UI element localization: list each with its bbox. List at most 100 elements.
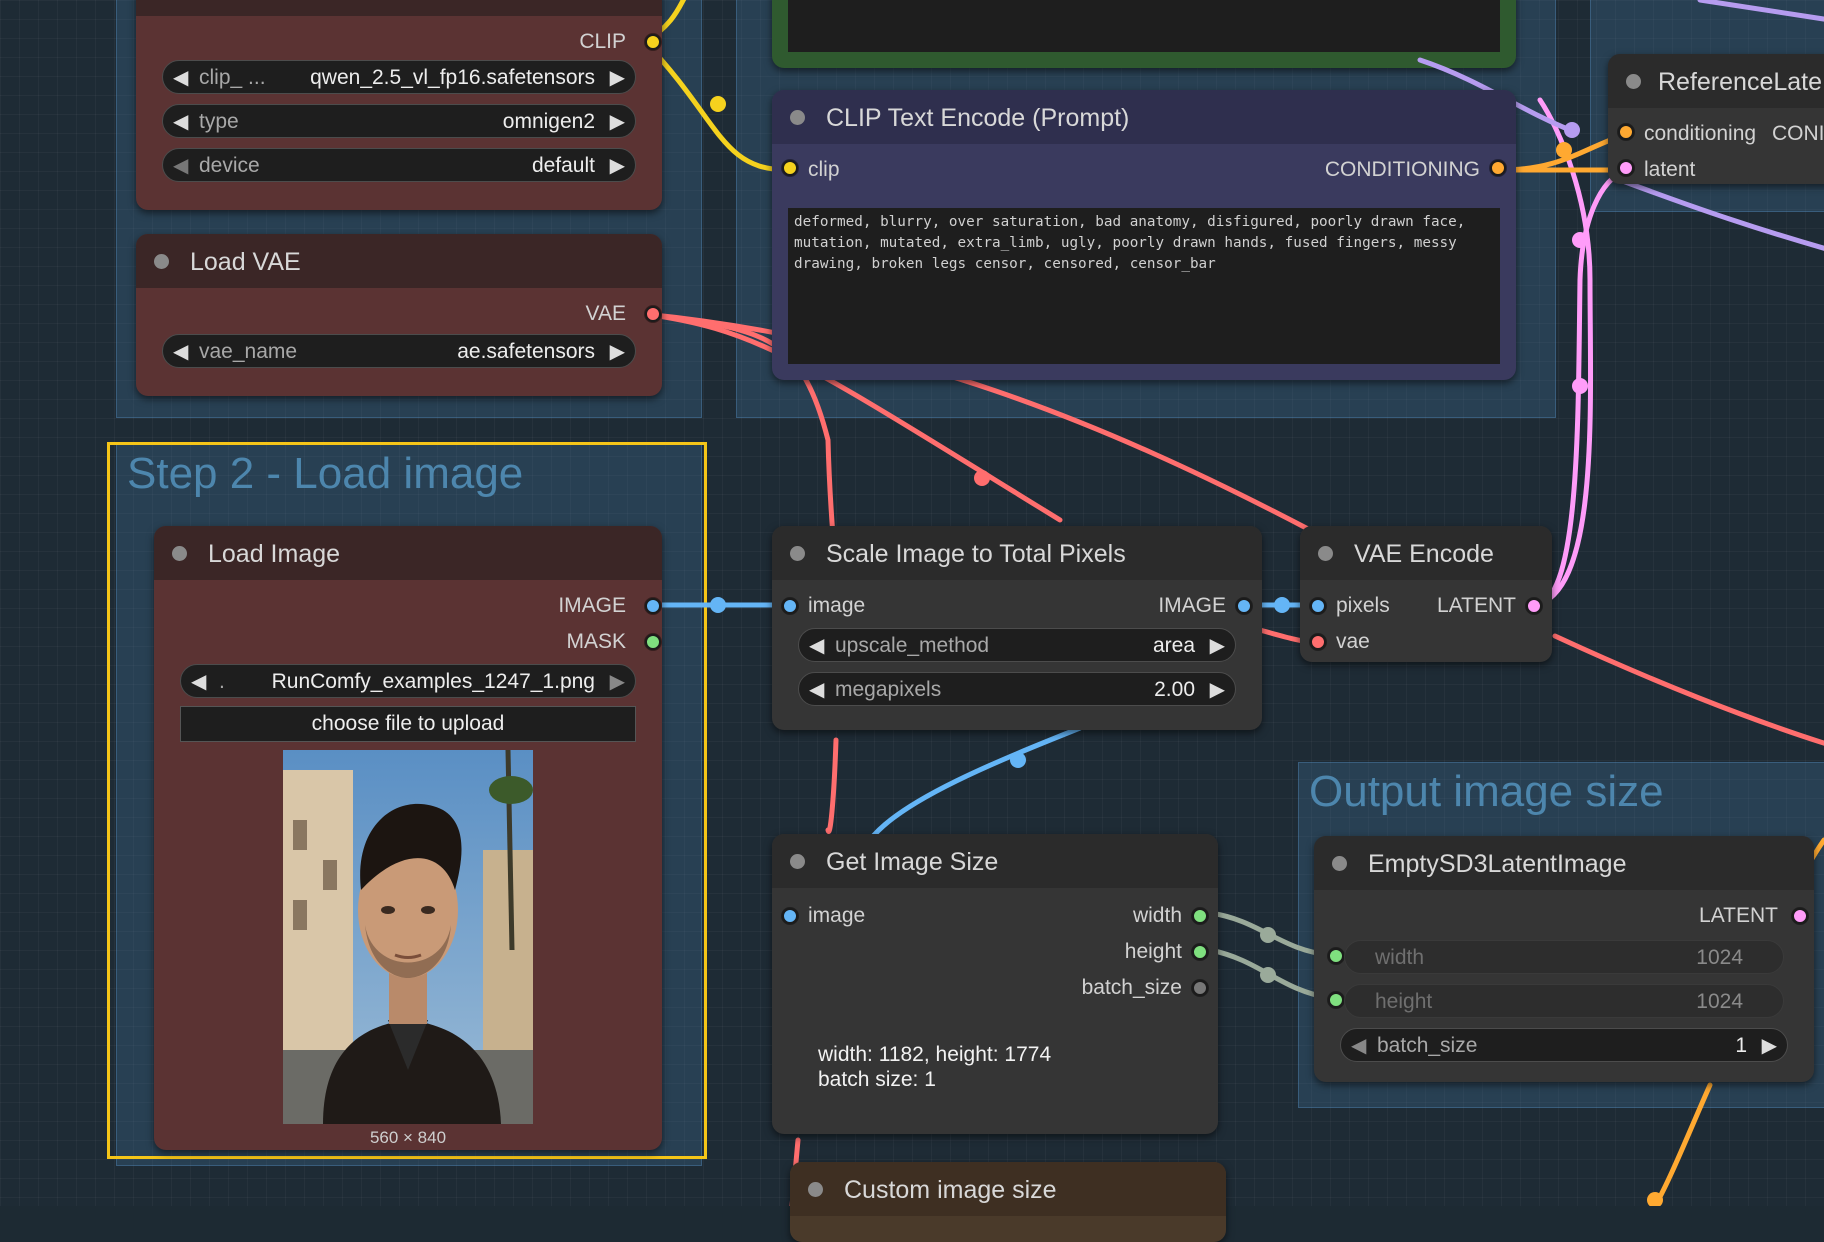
arrow-left-icon[interactable]: ◀ bbox=[191, 669, 206, 694]
node-title: EmptySD3LatentImage bbox=[1368, 850, 1627, 878]
wire-lavender-2 bbox=[1617, 177, 1824, 251]
widget-value: 1024 bbox=[1696, 990, 1743, 1013]
widget-megapixels[interactable]: ◀ megapixels 2.00 ▶ bbox=[798, 672, 1236, 706]
node-header[interactable]: VAE Encode bbox=[1300, 526, 1552, 580]
input-width-dot[interactable] bbox=[1328, 948, 1344, 964]
input-image-label: image bbox=[808, 904, 866, 927]
arrow-left-icon[interactable]: ◀ bbox=[173, 109, 188, 134]
output-conditioning-label: CONI bbox=[1772, 122, 1824, 145]
widget-value: omnigen2 bbox=[502, 110, 595, 133]
input-height-dot[interactable] bbox=[1328, 992, 1344, 1008]
collapse-dot-icon[interactable] bbox=[154, 254, 169, 269]
node-header[interactable]: Load VAE bbox=[136, 234, 662, 288]
arrow-right-icon[interactable]: ▶ bbox=[610, 109, 625, 134]
node-title: Custom image size bbox=[844, 1176, 1057, 1204]
arrow-right-icon[interactable]: ▶ bbox=[1210, 677, 1225, 702]
collapse-dot-icon[interactable] bbox=[808, 1182, 823, 1197]
widget-width[interactable]: width 1024 bbox=[1344, 940, 1784, 974]
node-vae-encode[interactable]: VAE Encode pixels LATENT vae bbox=[1300, 526, 1552, 662]
output-width-label: width bbox=[1132, 904, 1182, 927]
arrow-left-icon[interactable]: ◀ bbox=[173, 65, 188, 90]
node-graph-canvas[interactable]: Step 2 - Load image Output image size CL… bbox=[0, 0, 1824, 1242]
input-clip-dot[interactable] bbox=[782, 160, 798, 176]
arrow-right-icon[interactable]: ▶ bbox=[610, 65, 625, 90]
output-clip-dot[interactable] bbox=[645, 34, 661, 50]
input-image-dot[interactable] bbox=[782, 908, 798, 924]
node-clip-text-encode[interactable]: CLIP Text Encode (Prompt) clip CONDITION… bbox=[772, 90, 1516, 380]
arrow-left-icon[interactable]: ◀ bbox=[173, 339, 188, 364]
output-batch-size-label: batch_size bbox=[1081, 976, 1182, 999]
node-get-image-size[interactable]: Get Image Size image width height batch_… bbox=[772, 834, 1218, 1134]
output-batch-size-dot[interactable] bbox=[1192, 980, 1208, 996]
node-empty-sd3-latent[interactable]: EmptySD3LatentImage LATENT width 1024 he… bbox=[1314, 836, 1814, 1082]
info-line-1: width: 1182, height: 1774 bbox=[818, 1043, 1052, 1066]
input-conditioning-dot[interactable] bbox=[1618, 124, 1634, 140]
node-clip-loader[interactable]: CLIP ◀ clip_ ... qwen_2.5_vl_fp16.safete… bbox=[136, 0, 662, 210]
node-header[interactable]: Get Image Size bbox=[772, 834, 1218, 888]
output-height-dot[interactable] bbox=[1192, 944, 1208, 960]
widget-image-file[interactable]: ◀ . RunComfy_examples_1247_1.png ▶ bbox=[180, 664, 636, 698]
collapse-dot-icon[interactable] bbox=[1332, 856, 1347, 871]
node-header[interactable]: ReferenceLate bbox=[1608, 54, 1824, 108]
output-conditioning-dot[interactable] bbox=[1490, 160, 1506, 176]
input-vae-dot[interactable] bbox=[1310, 634, 1326, 650]
node-title: Load Image bbox=[208, 540, 341, 568]
input-clip-label: clip bbox=[808, 158, 840, 181]
arrow-right-icon[interactable]: ▶ bbox=[610, 669, 625, 694]
node-custom-image-size[interactable]: Custom image size bbox=[790, 1162, 1226, 1242]
node-header[interactable]: Scale Image to Total Pixels bbox=[772, 526, 1262, 580]
output-width-dot[interactable] bbox=[1192, 908, 1208, 924]
prompt-text-input[interactable]: deformed, blurry, over saturation, bad a… bbox=[788, 208, 1500, 364]
collapse-dot-icon[interactable] bbox=[790, 110, 805, 125]
widget-height[interactable]: height 1024 bbox=[1344, 984, 1784, 1018]
wire-orange-bottom bbox=[1652, 1082, 1713, 1206]
output-height-label: height bbox=[1124, 940, 1182, 963]
node-header[interactable]: CLIP Text Encode (Prompt) bbox=[772, 90, 1516, 144]
arrow-right-icon[interactable]: ▶ bbox=[610, 153, 625, 178]
node-load-vae[interactable]: Load VAE VAE ◀ vae_name ae.safetensors ▶ bbox=[136, 234, 662, 396]
node-header[interactable]: Load Image bbox=[154, 526, 662, 580]
arrow-right-icon[interactable]: ▶ bbox=[1210, 633, 1225, 658]
widget-label: megapixels bbox=[835, 678, 942, 701]
node-header[interactable]: EmptySD3LatentImage bbox=[1314, 836, 1814, 890]
collapse-dot-icon[interactable] bbox=[790, 854, 805, 869]
arrow-right-icon[interactable]: ▶ bbox=[610, 339, 625, 364]
input-conditioning-label: conditioning bbox=[1644, 122, 1757, 145]
output-vae-dot[interactable] bbox=[645, 306, 661, 322]
widget-label: clip_ ... bbox=[199, 66, 266, 89]
output-latent-dot[interactable] bbox=[1792, 908, 1808, 924]
widget-value: area bbox=[1152, 634, 1195, 657]
widget-batch-size[interactable]: ◀ batch_size 1 ▶ bbox=[1340, 1028, 1788, 1062]
widget-upscale-method[interactable]: ◀ upscale_method area ▶ bbox=[798, 628, 1236, 662]
collapse-dot-icon[interactable] bbox=[172, 546, 187, 561]
output-image-dot[interactable] bbox=[645, 598, 661, 614]
input-image-label: image bbox=[808, 594, 866, 617]
widget-value: default bbox=[531, 154, 595, 177]
arrow-right-icon[interactable]: ▶ bbox=[1762, 1033, 1777, 1058]
node-title: Load VAE bbox=[190, 248, 301, 276]
node-header[interactable]: Custom image size bbox=[790, 1162, 1226, 1216]
arrow-left-icon[interactable]: ◀ bbox=[173, 153, 188, 178]
widget-type[interactable]: ◀ type omnigen2 ▶ bbox=[162, 104, 636, 138]
collapse-dot-icon[interactable] bbox=[1318, 546, 1333, 561]
widget-value: 2.00 bbox=[1154, 678, 1195, 701]
node-scale-image[interactable]: Scale Image to Total Pixels image IMAGE … bbox=[772, 526, 1262, 730]
widget-clip-name[interactable]: ◀ clip_ ... qwen_2.5_vl_fp16.safetensors… bbox=[162, 60, 636, 94]
choose-file-button[interactable]: choose file to upload bbox=[180, 706, 636, 742]
node-reference-latent[interactable]: ReferenceLate conditioning CONI latent bbox=[1608, 54, 1824, 184]
output-mask-dot[interactable] bbox=[645, 634, 661, 650]
input-pixels-dot[interactable] bbox=[1310, 598, 1326, 614]
arrow-left-icon[interactable]: ◀ bbox=[1351, 1033, 1366, 1058]
output-latent-dot[interactable] bbox=[1526, 598, 1542, 614]
arrow-left-icon[interactable]: ◀ bbox=[809, 633, 824, 658]
widget-vae-name[interactable]: ◀ vae_name ae.safetensors ▶ bbox=[162, 334, 636, 368]
collapse-dot-icon[interactable] bbox=[790, 546, 805, 561]
widget-device[interactable]: ◀ device default ▶ bbox=[162, 148, 636, 182]
node-load-image[interactable]: Load Image IMAGE MASK ◀ . RunComfy_examp… bbox=[154, 526, 662, 1150]
arrow-left-icon[interactable]: ◀ bbox=[809, 677, 824, 702]
output-image-dot[interactable] bbox=[1236, 598, 1252, 614]
collapse-dot-icon[interactable] bbox=[1626, 74, 1641, 89]
input-image-dot[interactable] bbox=[782, 598, 798, 614]
node-title: Get Image Size bbox=[826, 848, 999, 876]
input-latent-dot[interactable] bbox=[1618, 160, 1634, 176]
